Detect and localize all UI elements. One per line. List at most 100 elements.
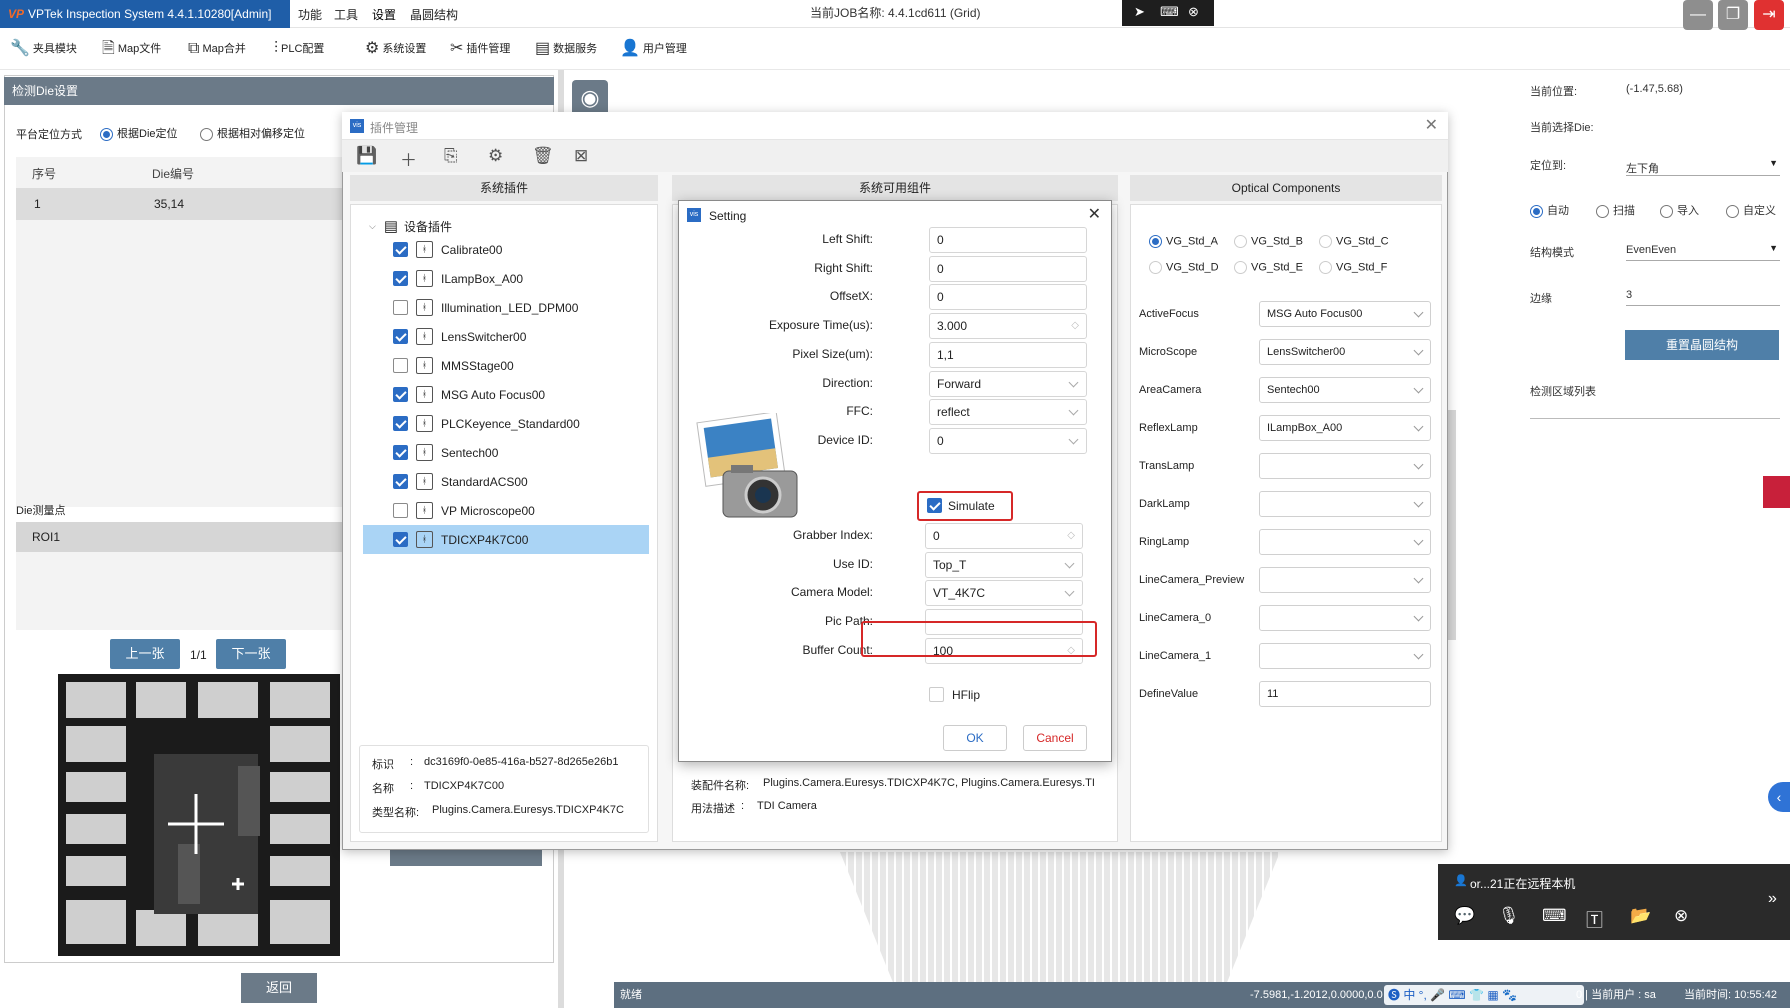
edge-input[interactable]: 3 <box>1626 284 1780 306</box>
option-select[interactable] <box>1259 605 1431 631</box>
setting-input[interactable]: Forward <box>929 370 1087 397</box>
import-icon[interactable]: ⎘ <box>444 146 458 166</box>
chat-icon[interactable]: 💬 <box>1454 906 1475 926</box>
plugin-tree-item[interactable]: ᚼ Illumination_LED_DPM00 <box>363 293 649 322</box>
option-select[interactable] <box>1259 567 1431 593</box>
side-folder-tab[interactable] <box>1763 476 1790 508</box>
setting-input[interactable]: 0 <box>929 427 1087 454</box>
input-method-bar[interactable]: 🅢 中 °, 🎤 ⌨ 👕 ▦ 🐾 <box>1384 985 1584 1005</box>
plugin-tree-item[interactable]: ᚼ StandardACS00 <box>363 467 649 496</box>
clear-icon[interactable]: ⊠ <box>574 146 588 166</box>
plugin-tree-item[interactable]: ᚼ TDICXP4K7C00 <box>363 525 649 554</box>
toolbar-data-service-button[interactable]: ▤ 数据服务 <box>535 38 597 60</box>
vg-option-vg-std-d[interactable]: VG_Std_D <box>1149 261 1219 274</box>
option-select[interactable]: LensSwitcher00 <box>1259 339 1431 365</box>
locate-select[interactable]: 左下角 ▼ <box>1626 154 1780 176</box>
checkbox-icon[interactable] <box>393 300 408 315</box>
exit-button[interactable]: ⇥ <box>1754 0 1784 30</box>
mode-auto[interactable]: 自动 <box>1530 202 1569 218</box>
close-circle-icon[interactable]: ⊗ <box>1188 4 1199 20</box>
next-button[interactable]: 下一张 <box>216 639 286 669</box>
option-select[interactable] <box>1259 529 1431 555</box>
close-circle-icon[interactable]: ⊗ <box>1674 906 1688 926</box>
maximize-button[interactable]: ❐ <box>1718 0 1748 30</box>
back-button[interactable]: 返回 <box>241 973 317 1003</box>
cancel-button[interactable]: Cancel <box>1023 725 1087 751</box>
ok-button[interactable]: OK <box>943 725 1007 751</box>
option-select[interactable]: Sentech00 <box>1259 377 1431 403</box>
setting-input[interactable]: 0 <box>929 227 1087 253</box>
toolbar-fixture-button[interactable]: 🔧 夹具模块 <box>10 38 77 60</box>
option-select[interactable] <box>1259 491 1431 517</box>
toolbar-user-manager-button[interactable]: 👤 用户管理 <box>620 38 687 60</box>
option-select[interactable]: ILampBox_A00 <box>1259 415 1431 441</box>
setting-input[interactable]: 0 <box>929 284 1087 311</box>
plugin-tree-item[interactable]: ᚼ ILampBox_A00 <box>363 264 649 293</box>
plugin-tree-item[interactable]: ᚼ Sentech00 <box>363 438 649 467</box>
option-select[interactable] <box>1259 453 1431 479</box>
plugin-tree-item[interactable]: ᚼ LensSwitcher00 <box>363 322 649 351</box>
checkbox-icon[interactable] <box>393 329 408 344</box>
prev-button[interactable]: 上一张 <box>110 639 180 669</box>
checkbox-icon[interactable] <box>393 416 408 431</box>
chevron-left-icon[interactable]: ‹ <box>1768 782 1790 812</box>
option-select[interactable] <box>1259 643 1431 669</box>
hflip-checkbox[interactable]: HFlip <box>929 687 980 702</box>
menu-settings[interactable]: 设置 <box>372 6 396 23</box>
checkbox-icon[interactable] <box>393 474 408 489</box>
mode-scan[interactable]: 扫描 <box>1596 202 1635 218</box>
plugin-tree-item[interactable]: ᚼ MSG Auto Focus00 <box>363 380 649 409</box>
microphone-icon[interactable]: 🎙 <box>1498 906 1520 926</box>
plugin-tree-item[interactable]: ᚼ MMSStage00 <box>363 351 649 380</box>
trash-icon[interactable]: 🗑 <box>532 146 554 166</box>
folder-transfer-icon[interactable]: 📂 <box>1630 906 1651 926</box>
vg-option-vg-std-f[interactable]: VG_Std_F <box>1319 261 1387 274</box>
option-select[interactable]: 11 <box>1259 681 1431 707</box>
checkbox-icon[interactable] <box>393 358 408 373</box>
mode-import[interactable]: 导入 <box>1660 202 1699 218</box>
setting-input[interactable]: Top_T <box>925 551 1083 578</box>
setting-input[interactable]: 0 <box>925 523 1083 549</box>
add-icon[interactable]: ＋ <box>400 146 417 171</box>
mode-custom[interactable]: 自定义 <box>1726 202 1776 218</box>
table-row[interactable]: 1 35,14 <box>16 188 346 220</box>
menu-function[interactable]: 功能 <box>298 6 322 23</box>
keyboard-icon[interactable]: ⌨ <box>1160 4 1179 20</box>
checkbox-icon[interactable] <box>393 387 408 402</box>
keyboard-icon[interactable]: ⌨ <box>1542 906 1567 926</box>
setting-input[interactable]: 1,1 <box>929 341 1087 368</box>
setting-input[interactable]: reflect <box>929 399 1087 426</box>
vg-option-vg-std-b[interactable]: VG_Std_B <box>1234 235 1303 248</box>
plugin-tree-item[interactable]: ᚼ PLCKeyence_Standard00 <box>363 409 649 438</box>
plugin-tree-item[interactable]: ᚼ Calibrate00 <box>363 235 649 264</box>
close-icon[interactable]: ✕ <box>1425 115 1438 135</box>
vg-option-vg-std-c[interactable]: VG_Std_C <box>1319 235 1389 248</box>
option-select[interactable]: MSG Auto Focus00 <box>1259 301 1431 327</box>
checkbox-icon[interactable] <box>393 532 408 547</box>
radio-offset-positioning[interactable]: 根据相对偏移定位 <box>200 125 305 141</box>
menu-wafer-structure[interactable]: 晶圆结构 <box>410 6 458 23</box>
checkbox-icon[interactable] <box>393 445 408 460</box>
rebuild-wafer-button[interactable]: 重置晶圆结构 <box>1625 330 1779 360</box>
minimize-button[interactable]: — <box>1683 0 1713 30</box>
close-icon[interactable]: ✕ <box>1088 204 1101 224</box>
save-icon[interactable]: 💾 <box>356 146 377 166</box>
menu-tools[interactable]: 工具 <box>334 6 358 23</box>
camera-icon[interactable]: ◉ <box>572 80 608 116</box>
gear-icon[interactable]: ⚙ <box>488 146 503 166</box>
setting-input[interactable]: VT_4K7C <box>925 580 1083 607</box>
tree-root[interactable]: ⌵ ▤ 设备插件 <box>369 217 452 235</box>
collapse-icon[interactable]: » <box>1768 890 1777 908</box>
setting-input[interactable]: 3.000 <box>929 313 1087 340</box>
text-icon[interactable]: 🅃 <box>1586 906 1603 931</box>
struct-mode-select[interactable]: EvenEven ▼ <box>1626 239 1780 261</box>
toolbar-map-merge-button[interactable]: ⧉ Map合并 <box>188 38 246 60</box>
checkbox-icon[interactable] <box>393 503 408 518</box>
pointer-icon[interactable]: ➤ <box>1134 4 1145 20</box>
list-item[interactable]: ROI1 <box>16 522 346 552</box>
simulate-checkbox[interactable]: Simulate <box>927 498 995 513</box>
radio-die-positioning[interactable]: 根据Die定位 <box>100 125 178 141</box>
vg-option-vg-std-a[interactable]: VG_Std_A <box>1149 235 1218 248</box>
vg-option-vg-std-e[interactable]: VG_Std_E <box>1234 261 1303 274</box>
plugin-tree-item[interactable]: ᚼ VP Microscope00 <box>363 496 649 525</box>
